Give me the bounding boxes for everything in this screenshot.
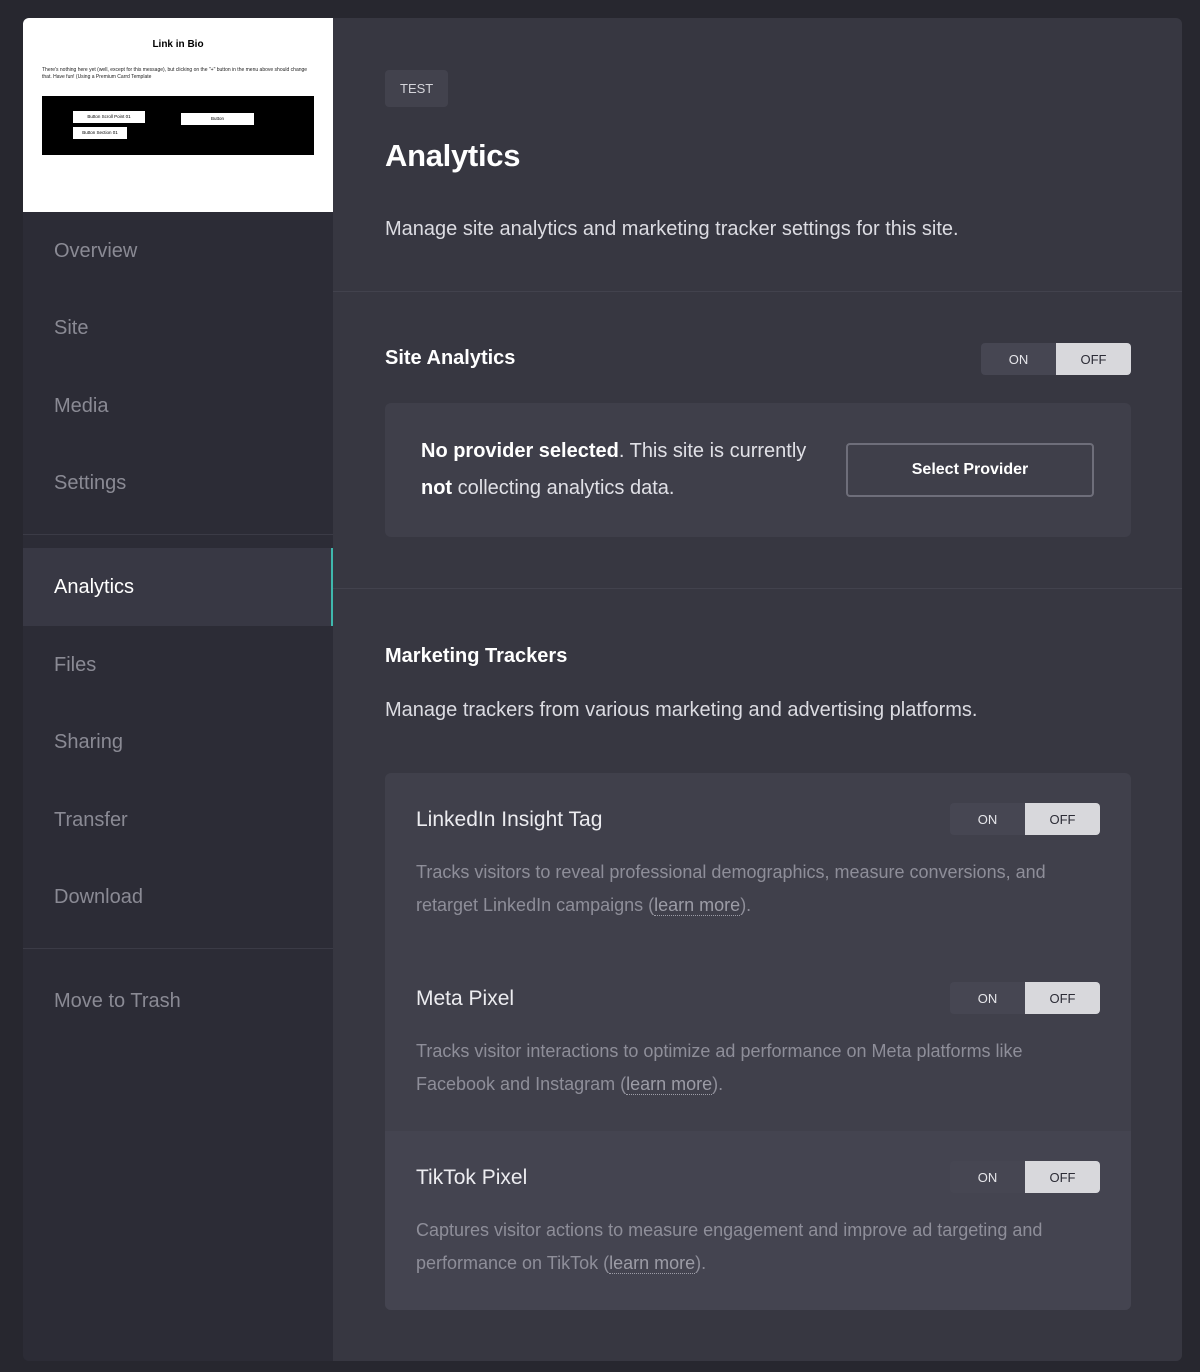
tracker-name: TikTok Pixel	[416, 1166, 528, 1189]
tracker-tiktok: TikTok Pixel ON OFF Captures visitor act…	[385, 1131, 1131, 1310]
tracker-description-end: ).	[740, 895, 752, 915]
page-description: Manage site analytics and marketing trac…	[385, 218, 959, 240]
tracker-linkedin-toggle[interactable]: ON OFF	[950, 803, 1100, 835]
sidebar-item-sharing[interactable]: Sharing	[23, 703, 333, 781]
learn-more-link[interactable]: learn more	[609, 1253, 696, 1274]
main-panel: TEST Analytics Manage site analytics and…	[333, 18, 1182, 1361]
sidebar: Link in Bio There's nothing here yet (we…	[23, 18, 333, 1361]
page-title: Analytics	[385, 138, 521, 173]
provider-panel: No provider selected. This site is curre…	[385, 403, 1131, 537]
site-analytics-title: Site Analytics	[385, 347, 516, 369]
thumbnail-button: Button	[181, 113, 254, 125]
sidebar-item-overview[interactable]: Overview	[23, 212, 333, 290]
provider-status-part: . This site is currently	[618, 440, 807, 462]
thumbnail-text: There's nothing here yet (well, except f…	[42, 67, 308, 80]
toggle-on-option[interactable]: ON	[950, 1161, 1025, 1193]
provider-status-text: No provider selected. This site is curre…	[421, 433, 821, 507]
learn-more-link[interactable]: learn more	[626, 1074, 713, 1095]
toggle-on-option[interactable]: ON	[981, 343, 1056, 375]
tracker-description-end: ).	[712, 1074, 724, 1094]
provider-status-strong: No provider selected	[421, 440, 619, 462]
trackers-list: LinkedIn Insight Tag ON OFF Tracks visit…	[385, 773, 1131, 1310]
sidebar-divider	[23, 534, 333, 535]
sidebar-item-transfer[interactable]: Transfer	[23, 781, 333, 859]
tracker-tiktok-toggle[interactable]: ON OFF	[950, 1161, 1100, 1193]
section-divider	[333, 588, 1182, 589]
toggle-off-option[interactable]: OFF	[1025, 1161, 1100, 1193]
tracker-description: Tracks visitor interactions to optimize …	[416, 1035, 1096, 1101]
sidebar-item-analytics[interactable]: Analytics	[23, 548, 333, 626]
sidebar-divider	[23, 948, 333, 949]
learn-more-link[interactable]: learn more	[654, 895, 741, 916]
tracker-description-end: ).	[695, 1253, 707, 1273]
toggle-off-option[interactable]: OFF	[1025, 982, 1100, 1014]
site-thumbnail[interactable]: Link in Bio There's nothing here yet (we…	[23, 18, 333, 212]
tracker-description: Tracks visitors to reveal professional d…	[416, 856, 1096, 922]
marketing-trackers-title: Marketing Trackers	[385, 645, 568, 667]
thumbnail-button-block: Button Scroll Point 01 Button Button Sec…	[42, 96, 314, 155]
tracker-name: LinkedIn Insight Tag	[416, 808, 603, 831]
tracker-description-text: Captures visitor actions to measure enga…	[416, 1220, 1043, 1273]
toggle-off-option[interactable]: OFF	[1025, 803, 1100, 835]
sidebar-item-settings[interactable]: Settings	[23, 444, 333, 522]
sidebar-item-download[interactable]: Download	[23, 858, 333, 936]
tracker-meta-toggle[interactable]: ON OFF	[950, 982, 1100, 1014]
sidebar-item-media[interactable]: Media	[23, 367, 333, 445]
app-frame: Link in Bio There's nothing here yet (we…	[23, 18, 1182, 1361]
select-provider-button[interactable]: Select Provider	[846, 443, 1094, 497]
sidebar-item-move-to-trash[interactable]: Move to Trash	[23, 962, 333, 1040]
site-badge: TEST	[385, 70, 449, 107]
tracker-meta: Meta Pixel ON OFF Tracks visitor interac…	[385, 952, 1131, 1131]
provider-status-not: not	[421, 477, 453, 499]
sidebar-item-site[interactable]: Site	[23, 289, 333, 367]
sidebar-item-files[interactable]: Files	[23, 626, 333, 704]
thumbnail-button-scroll: Button Scroll Point 01	[73, 111, 145, 123]
thumbnail-button-section: Button Section 01	[73, 127, 127, 139]
toggle-on-option[interactable]: ON	[950, 803, 1025, 835]
toggle-on-option[interactable]: ON	[950, 982, 1025, 1014]
marketing-trackers-description: Manage trackers from various marketing a…	[385, 699, 978, 721]
thumbnail-title: Link in Bio	[152, 39, 204, 50]
tracker-linkedin: LinkedIn Insight Tag ON OFF Tracks visit…	[385, 773, 1131, 952]
provider-status-part-end: collecting analytics data.	[452, 477, 675, 499]
tracker-description: Captures visitor actions to measure enga…	[416, 1214, 1096, 1280]
toggle-off-option[interactable]: OFF	[1056, 343, 1131, 375]
section-divider	[333, 291, 1182, 292]
site-analytics-toggle[interactable]: ON OFF	[981, 343, 1131, 375]
tracker-name: Meta Pixel	[416, 987, 515, 1010]
